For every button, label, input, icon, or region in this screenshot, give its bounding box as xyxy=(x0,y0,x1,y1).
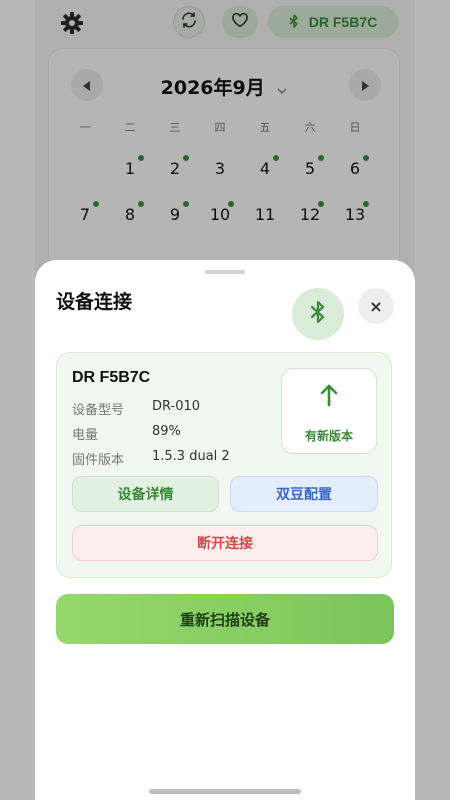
rescan-devices-button[interactable]: 重新扫描设备 xyxy=(56,594,394,644)
disconnect-button[interactable]: 断开连接 xyxy=(72,525,378,561)
sheet-title: 设备连接 xyxy=(56,291,133,313)
model-label: 设备型号 xyxy=(72,403,125,418)
device-name: DR F5B7C xyxy=(72,369,151,386)
firmware-value: 1.5.3 dual 2 xyxy=(152,449,230,464)
bluetooth-icon xyxy=(310,300,326,328)
update-label: 有新版本 xyxy=(304,429,353,443)
model-value: DR-010 xyxy=(152,399,201,414)
close-icon: × xyxy=(369,296,383,316)
battery-label: 电量 xyxy=(72,428,99,443)
device-details-button[interactable]: 设备详情 xyxy=(72,476,219,512)
sheet-grab-handle[interactable] xyxy=(205,270,245,274)
device-card: DR F5B7C 设备型号 DR-010 电量 89% 固件版本 1.5.3 d… xyxy=(56,352,392,578)
device-connection-sheet: 设备连接 × DR F5B7C 设备型号 DR-010 电量 89% 固件版本 … xyxy=(35,260,415,800)
firmware-label: 固件版本 xyxy=(72,453,125,468)
bluetooth-status xyxy=(292,288,344,340)
dual-bean-config-button[interactable]: 双豆配置 xyxy=(230,476,378,512)
arrow-up-icon xyxy=(282,383,376,415)
close-button[interactable]: × xyxy=(358,288,394,324)
home-indicator[interactable] xyxy=(149,789,301,794)
firmware-update-button[interactable]: 有新版本 xyxy=(281,368,377,454)
battery-value: 89% xyxy=(152,424,181,439)
